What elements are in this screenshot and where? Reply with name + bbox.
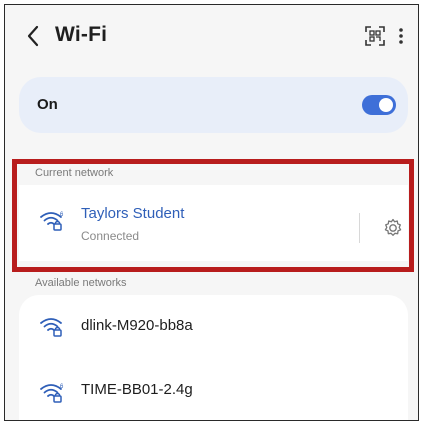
app-header: Wi-Fi	[5, 5, 418, 65]
more-vertical-icon[interactable]	[395, 25, 407, 47]
network-name: dlink-M920-bb8a	[81, 317, 193, 334]
network-name: TIME-BB01-2.4g	[81, 381, 193, 398]
available-networks-list: dlink-M920-bb8a 6 TIME-BB01-2.4g	[19, 295, 408, 420]
row-divider	[359, 213, 360, 243]
available-networks-label: Available networks	[35, 277, 127, 289]
wifi-toggle-row[interactable]: On	[19, 77, 408, 133]
wifi-6-secured-icon: 6	[40, 384, 64, 403]
list-item[interactable]: dlink-M920-bb8a	[19, 295, 408, 357]
list-item[interactable]: 6 TIME-BB01-2.4g	[19, 357, 408, 419]
wifi-secured-icon: 6	[40, 212, 64, 231]
page-title: Wi-Fi	[55, 23, 108, 46]
wifi-toggle-label: On	[37, 96, 58, 113]
current-network-status: Connected	[81, 229, 140, 243]
wifi-settings-screen: Wi-Fi On Current network 6 Taylors Stude…	[4, 4, 419, 421]
wifi-toggle-switch[interactable]	[362, 95, 396, 115]
chevron-left-icon[interactable]	[25, 24, 41, 48]
wifi-secured-icon	[40, 318, 62, 337]
switch-knob	[379, 98, 393, 112]
current-network-name: Taylors Student	[81, 205, 185, 222]
svg-text:6: 6	[60, 212, 64, 218]
gear-icon[interactable]	[382, 217, 404, 239]
svg-text:6: 6	[60, 384, 64, 390]
current-network-label: Current network	[35, 167, 114, 179]
current-network-row[interactable]: 6 Taylors Student Connected	[19, 185, 408, 261]
qr-scan-icon[interactable]	[364, 25, 386, 47]
